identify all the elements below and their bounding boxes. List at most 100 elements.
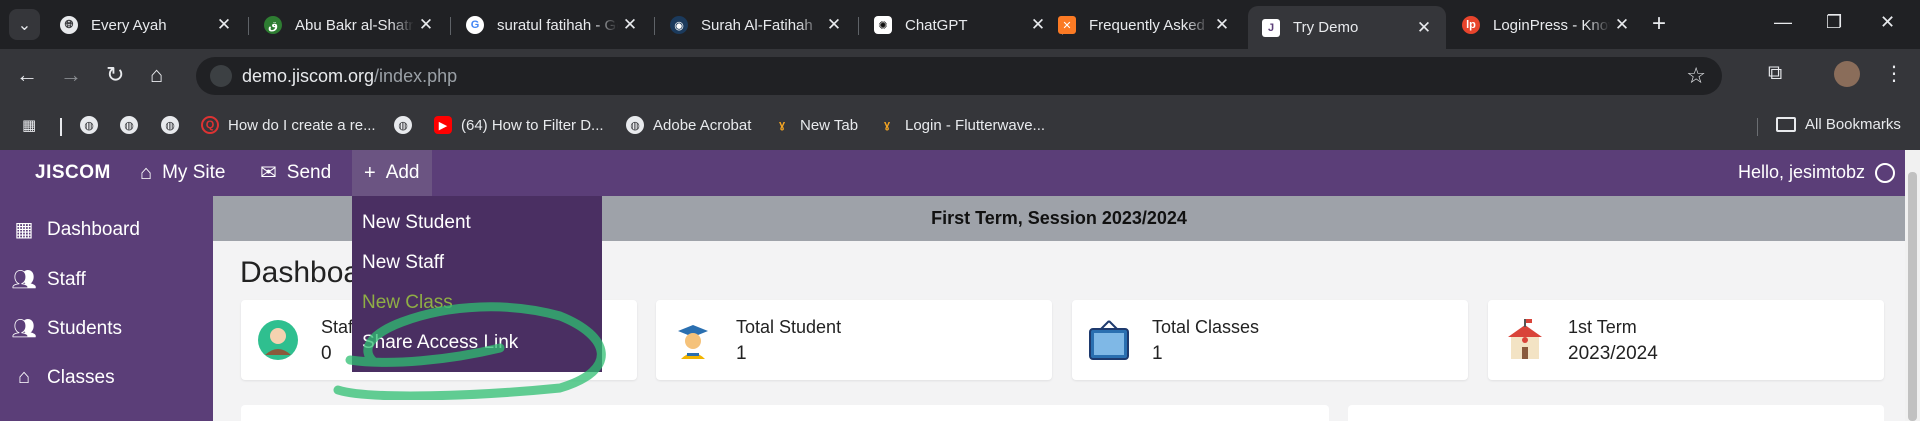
nav-send[interactable]: ✉ Send xyxy=(260,162,331,184)
bookmarks-bar: ▦ ◍ ◍ ◍ Q How do I create a re... ◍ ▶ (6… xyxy=(0,102,1920,150)
stat-value: 1 xyxy=(1152,343,1163,364)
add-dropdown-menu: New Student New Staff New Class Share Ac… xyxy=(352,196,602,372)
nav-add[interactable]: + Add xyxy=(352,150,432,196)
bookmark-item[interactable]: ɣ Login - Flutterwave... xyxy=(878,116,1045,134)
app-top-nav: JISCOM ⌂ My Site ✉ Send + Add Hello, jes… xyxy=(0,150,1905,196)
bookmark-item[interactable]: ◍ xyxy=(394,116,421,134)
close-icon[interactable]: ✕ xyxy=(1610,15,1634,35)
sidebar-item-students[interactable]: 👥︎ Students xyxy=(10,316,122,341)
address-bar[interactable]: demo.jiscom.org/index.php ☆ xyxy=(196,57,1722,95)
sidebar: ▦ Dashboard 👥︎ Staff 👥︎ Students ⌂ Class… xyxy=(0,196,213,421)
close-icon[interactable]: ✕ xyxy=(414,15,438,35)
sidebar-item-dashboard[interactable]: ▦ Dashboard xyxy=(10,217,140,242)
profile-avatar[interactable] xyxy=(1834,61,1860,87)
chatgpt-icon: ✺ xyxy=(874,16,892,34)
users-icon: 👥︎ xyxy=(11,318,37,340)
staff-avatar-icon xyxy=(258,320,298,360)
home-icon[interactable]: ⌂ xyxy=(150,63,163,87)
close-window-icon[interactable]: ✕ xyxy=(1880,12,1895,33)
forward-arrow-icon[interactable]: → xyxy=(60,63,82,87)
quora-icon: Q xyxy=(201,116,219,134)
globe-icon: ◍ xyxy=(120,116,138,134)
bookmark-star-icon[interactable]: ☆ xyxy=(1686,63,1706,89)
site-info-icon[interactable] xyxy=(210,65,232,87)
sidebar-item-label: Students xyxy=(47,317,122,339)
tab-title: ChatGPT xyxy=(905,16,968,34)
globe-icon: ◍ xyxy=(80,116,98,134)
globe-icon: ◍ xyxy=(161,116,179,134)
close-icon[interactable]: ✕ xyxy=(212,15,236,35)
tab-divider xyxy=(248,17,249,35)
stat-value: 2023/2024 xyxy=(1568,343,1658,364)
tab-title: LoginPress - Knowledge xyxy=(1493,16,1610,34)
scrollbar-thumb[interactable] xyxy=(1908,172,1917,421)
close-icon[interactable]: ✕ xyxy=(618,15,642,35)
browser-tab[interactable]: lp LoginPress - Knowledge ✕ xyxy=(1448,6,1644,44)
reload-icon[interactable]: ↻ xyxy=(106,63,124,87)
bookmark-item[interactable]: ◍ Adobe Acrobat xyxy=(626,116,751,134)
folder-icon xyxy=(1776,117,1796,132)
close-icon[interactable]: ✕ xyxy=(822,15,846,35)
tab-title: suratul fatihah - Google xyxy=(497,16,618,34)
close-icon[interactable]: ✕ xyxy=(1210,15,1234,35)
stat-value: 1 xyxy=(736,343,747,364)
bookmark-item[interactable]: ▶ (64) How to Filter D... xyxy=(434,116,604,134)
sidebar-item-classes[interactable]: ⌂ Classes xyxy=(10,366,115,389)
sidebar-item-staff[interactable]: 👥︎ Staff xyxy=(10,267,85,292)
school-building-icon xyxy=(1508,319,1542,359)
menu-item-new-student[interactable]: New Student xyxy=(362,212,471,234)
url-text[interactable]: demo.jiscom.org/index.php xyxy=(242,66,457,87)
browser-tab-active[interactable]: J Try Demo ✕ xyxy=(1248,6,1446,49)
bookmark-item[interactable]: ◍ xyxy=(120,116,147,134)
bookmark-item[interactable]: ◍ xyxy=(161,116,188,134)
stat-card-term: 1st Term 2023/2024 xyxy=(1488,300,1884,380)
user-greeting[interactable]: Hello, jesimtobz xyxy=(1738,162,1895,183)
back-arrow-icon[interactable]: ← xyxy=(16,63,38,87)
xampp-icon: ✕ xyxy=(1058,16,1076,34)
bookmark-item[interactable]: Q How do I create a re... xyxy=(201,116,376,134)
more-vert-icon[interactable]: ⋮ xyxy=(1884,61,1904,86)
youtube-icon: ▶ xyxy=(434,116,452,134)
extensions-puzzle-icon[interactable]: ⧉ xyxy=(1768,62,1782,85)
menu-item-new-class[interactable]: New Class xyxy=(362,292,453,314)
home-icon: ⌂ xyxy=(17,366,31,388)
browser-tab[interactable]: ✕ Frequently Asked ✕ xyxy=(1044,6,1244,44)
greeting-text: Hello, jesimtobz xyxy=(1737,162,1865,182)
stat-value: 0 xyxy=(321,343,332,364)
new-tab-button[interactable]: + xyxy=(1652,12,1666,36)
apps-grid-icon[interactable]: ▦ xyxy=(22,116,36,134)
bookmark-label: New Tab xyxy=(800,116,859,134)
browser-tab[interactable]: ◉ Surah Al-Fatihah ✕ xyxy=(656,6,856,44)
menu-item-share-access-link[interactable]: Share Access Link xyxy=(362,332,518,354)
bookmark-divider xyxy=(60,118,62,136)
browser-tab[interactable]: 🌐︎ Every Ayah ✕ xyxy=(46,6,246,44)
bookmark-label: Login - Flutterwave... xyxy=(905,116,1046,134)
nav-label: Send xyxy=(286,162,332,183)
all-bookmarks-button[interactable]: All Bookmarks xyxy=(1776,116,1901,133)
restore-icon[interactable]: ❐ xyxy=(1826,12,1842,33)
bookmark-label: Adobe Acrobat xyxy=(653,116,752,134)
plus-icon: + xyxy=(364,162,376,184)
bookmark-label: How do I create a re... xyxy=(228,116,376,134)
browser-tab[interactable]: ✺ ChatGPT ✕ xyxy=(860,6,1060,44)
user-circle-icon xyxy=(1875,162,1895,183)
brand-logo[interactable]: JISCOM xyxy=(35,162,111,184)
bookmark-label: (64) How to Filter D... xyxy=(461,116,604,134)
bookmark-divider xyxy=(1757,118,1758,136)
close-icon[interactable]: ✕ xyxy=(1412,18,1436,38)
minimize-icon[interactable]: — xyxy=(1774,12,1792,33)
nav-my-site[interactable]: ⌂ My Site xyxy=(140,162,225,184)
dashboard-icon: ▦ xyxy=(14,219,34,241)
stat-label: Total Student xyxy=(736,317,842,337)
browser-tab[interactable]: G suratul fatihah - Google ✕ xyxy=(452,6,652,44)
bookmark-item[interactable]: ◍ xyxy=(80,116,107,134)
globe-icon: 🌐︎ xyxy=(60,16,78,34)
bookmark-item[interactable]: ɣ New Tab xyxy=(773,116,858,134)
page-scrollbar[interactable] xyxy=(1905,150,1920,421)
tab-search-button[interactable]: ⌄ xyxy=(9,9,40,40)
nav-label: Add xyxy=(385,162,420,183)
menu-item-new-staff[interactable]: New Staff xyxy=(362,252,444,274)
jiscom-icon: J xyxy=(1262,18,1280,37)
browser-tab[interactable]: ق Abu Bakr al-Shatri ✕ xyxy=(250,6,448,44)
tab-title: Try Demo xyxy=(1293,19,1359,36)
